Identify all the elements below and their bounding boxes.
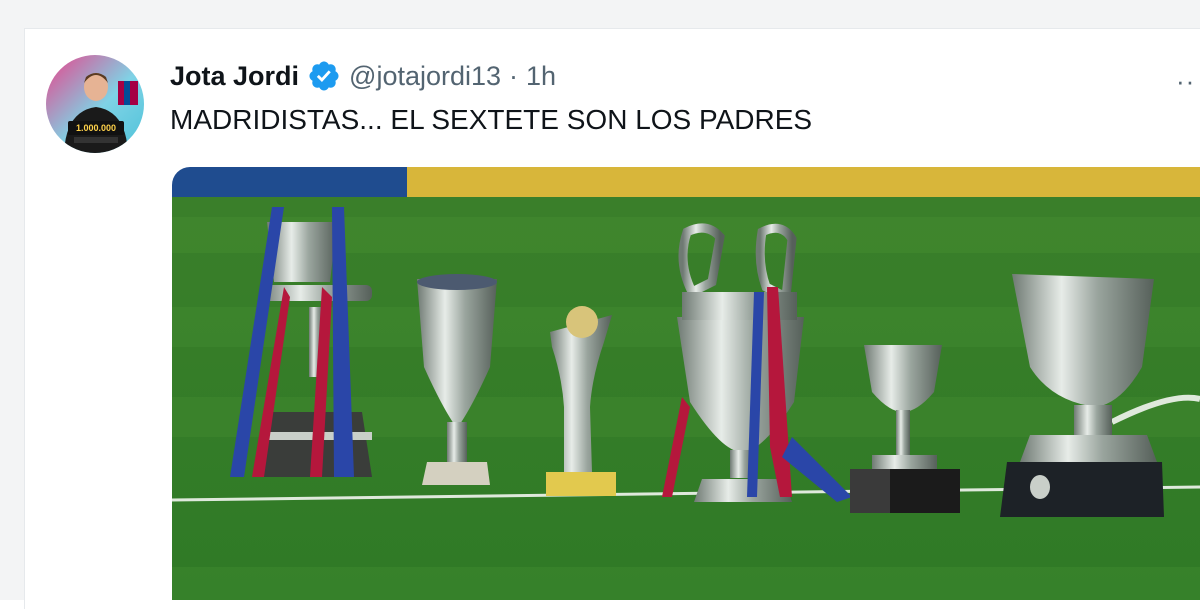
tweet-header: Jota Jordi @jotajordi13 · 1h bbox=[170, 58, 556, 94]
separator-dot: · bbox=[509, 60, 519, 91]
tweet-text: MADRIDISTAS... EL SEXTETE SON LOS PADRES bbox=[170, 104, 813, 135]
more-options-icon[interactable]: ·· bbox=[1176, 66, 1195, 97]
trophies-photo bbox=[172, 167, 1200, 600]
timestamp[interactable]: 1h bbox=[526, 61, 556, 92]
avatar-counter-text: 1.000.000 bbox=[76, 123, 116, 133]
display-name[interactable]: Jota Jordi bbox=[170, 61, 299, 92]
verified-badge-icon bbox=[307, 59, 341, 93]
tweet-media-image[interactable] bbox=[172, 167, 1200, 600]
avatar-image: 1.000.000 bbox=[46, 55, 144, 153]
avatar[interactable]: 1.000.000 bbox=[46, 55, 144, 153]
user-handle[interactable]: @jotajordi13 bbox=[349, 61, 501, 92]
